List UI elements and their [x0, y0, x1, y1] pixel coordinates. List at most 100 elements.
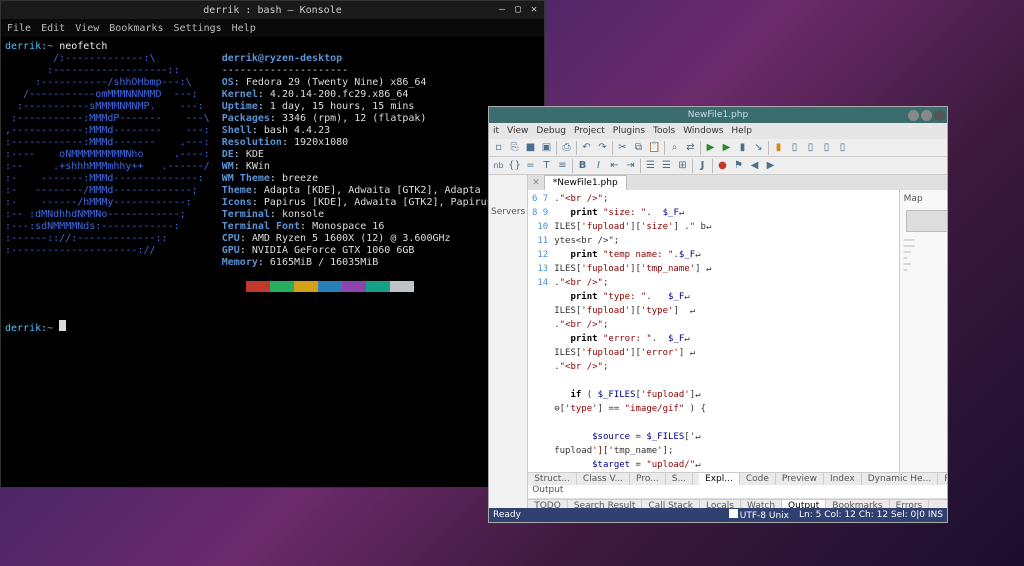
menu-edit[interactable]: Edit	[41, 23, 65, 34]
tab-todo[interactable]: TODO	[528, 500, 568, 508]
tab-properties[interactable]: Properties	[938, 473, 947, 485]
bracket-icon[interactable]: {}	[507, 158, 522, 173]
open-icon[interactable]: ⎘	[507, 140, 522, 155]
bold-icon[interactable]: B	[575, 158, 590, 173]
prev-icon[interactable]: ◀	[747, 158, 762, 173]
new-file-icon[interactable]: ▫	[491, 140, 506, 155]
terminal-body[interactable]: derrik:~ neofetch /:-------------:\ derr…	[1, 37, 544, 487]
menu-plugins[interactable]: Plugins	[613, 126, 645, 136]
copy-icon[interactable]: ⧉	[631, 140, 646, 155]
menu-tools[interactable]: Tools	[653, 126, 675, 136]
menu-project[interactable]: Project	[574, 126, 605, 136]
indent-out-icon[interactable]: ⇤	[607, 158, 622, 173]
minimap-lines: ════════════	[902, 236, 947, 276]
close-button[interactable]: ✕	[528, 4, 540, 16]
list-icon[interactable]: ☰	[659, 158, 674, 173]
flag-icon[interactable]: ⚑	[731, 158, 746, 173]
status-ready: Ready	[493, 510, 521, 520]
tool-icon[interactable]: ▯	[835, 140, 850, 155]
tool-icon[interactable]: ▯	[819, 140, 834, 155]
minimap-panel: Map ▯ ✕ ════════════	[899, 190, 947, 472]
menu-settings[interactable]: Settings	[173, 23, 221, 34]
tab-label: *NewFile1.php	[553, 178, 618, 188]
menu-view[interactable]: View	[507, 126, 528, 136]
equals-icon[interactable]: =	[523, 158, 538, 173]
paste-icon[interactable]: 📋	[647, 140, 662, 155]
prompt-sep: :~	[41, 41, 59, 52]
run-icon[interactable]: ▶	[703, 140, 718, 155]
tab-close-icon[interactable]: ✕	[528, 178, 544, 188]
terminal-window: derrik : bash — Konsole – ▢ ✕ File Edit …	[0, 0, 545, 488]
output-label: Output	[532, 485, 563, 498]
tab-code[interactable]: Code	[740, 473, 776, 485]
line-numbers: 6 7 8 9 10 11 12 13 14	[528, 190, 552, 472]
print-icon[interactable]: ⎙	[559, 140, 574, 155]
redo-icon[interactable]: ↷	[595, 140, 610, 155]
tab-watch[interactable]: Watch	[741, 500, 782, 508]
breakpoint-icon[interactable]: ●	[715, 158, 730, 173]
tab-output[interactable]: Output	[782, 500, 826, 508]
tool-icon[interactable]: ▯	[803, 140, 818, 155]
servers-label: Servers	[491, 207, 525, 217]
tab-errors[interactable]: Errors	[890, 500, 930, 508]
menu-debug[interactable]: Debug	[536, 126, 566, 136]
tab-index[interactable]: Index	[824, 473, 862, 485]
minimize-button[interactable]: –	[496, 4, 508, 16]
tab-bookmarks[interactable]: Bookmarks	[826, 500, 889, 508]
tab-dynamic[interactable]: Dynamic He...	[862, 473, 938, 485]
italic-icon[interactable]: I	[591, 158, 606, 173]
debug-icon[interactable]: ▶	[719, 140, 734, 155]
tab-explorer[interactable]: Expl...	[699, 473, 740, 485]
status-encoding: UTF-8 Unix	[740, 511, 789, 521]
ide-title: NewFile1.php	[688, 110, 748, 120]
tab-s[interactable]: S...	[666, 473, 693, 485]
output-panel: Output ▯ ✕	[528, 485, 947, 499]
editor-tabs: ✕ *NewFile1.php	[528, 175, 947, 190]
terminal-titlebar[interactable]: derrik : bash — Konsole – ▢ ✕	[1, 1, 544, 19]
tab-project[interactable]: Pro...	[630, 473, 666, 485]
tab-search[interactable]: Search Result	[568, 500, 643, 508]
ide-minimize-button[interactable]	[908, 110, 919, 121]
file-tab[interactable]: *NewFile1.php	[544, 175, 627, 190]
cut-icon[interactable]: ✂	[615, 140, 630, 155]
menu-help[interactable]: Help	[731, 126, 752, 136]
ide-close-button[interactable]	[934, 110, 945, 121]
folder-icon[interactable]: ▮	[771, 140, 786, 155]
undo-icon[interactable]: ↶	[579, 140, 594, 155]
menu-help[interactable]: Help	[232, 23, 256, 34]
tab-classview[interactable]: Class V...	[577, 473, 630, 485]
jump-icon[interactable]: J	[695, 158, 710, 173]
find-icon[interactable]: ⌕	[667, 140, 682, 155]
list-icon[interactable]: ☰	[643, 158, 658, 173]
encoding-checkbox[interactable]	[729, 509, 738, 518]
menu-edit[interactable]: it	[493, 126, 499, 136]
tab-locals[interactable]: Locals	[700, 500, 741, 508]
stop-icon[interactable]: ▮	[735, 140, 750, 155]
servers-panel[interactable]: Servers	[489, 175, 528, 508]
menu-windows[interactable]: Windows	[683, 126, 723, 136]
minimap-viewport[interactable]	[906, 210, 947, 232]
save-icon[interactable]: ■	[523, 140, 538, 155]
tab-callstack[interactable]: Call Stack	[642, 500, 700, 508]
replace-icon[interactable]: ⇄	[683, 140, 698, 155]
step-icon[interactable]: ↘	[751, 140, 766, 155]
menu-file[interactable]: File	[7, 23, 31, 34]
align-icon[interactable]: ≡	[555, 158, 570, 173]
columns-icon[interactable]: ⊞	[675, 158, 690, 173]
maximize-button[interactable]: ▢	[512, 4, 524, 16]
next-icon[interactable]: ▶	[763, 158, 778, 173]
tool-icon[interactable]: ▯	[787, 140, 802, 155]
tab-preview[interactable]: Preview	[776, 473, 824, 485]
code-body[interactable]: ."<br />"; print "size: ". $_F↵ ILES['fu…	[552, 190, 898, 472]
panel-tabs: Struct... Class V... Pro... S... Expl...…	[528, 472, 947, 485]
text-icon[interactable]: T	[539, 158, 554, 173]
ide-titlebar[interactable]: NewFile1.php	[489, 107, 947, 123]
menu-view[interactable]: View	[75, 23, 99, 34]
menu-bookmarks[interactable]: Bookmarks	[109, 23, 163, 34]
code-editor[interactable]: 6 7 8 9 10 11 12 13 14 ."<br />"; print …	[528, 190, 898, 472]
ide-maximize-button[interactable]	[921, 110, 932, 121]
nb-icon[interactable]: nb	[491, 158, 506, 173]
tab-structure[interactable]: Struct...	[528, 473, 577, 485]
save-all-icon[interactable]: ▣	[539, 140, 554, 155]
indent-in-icon[interactable]: ⇥	[623, 158, 638, 173]
